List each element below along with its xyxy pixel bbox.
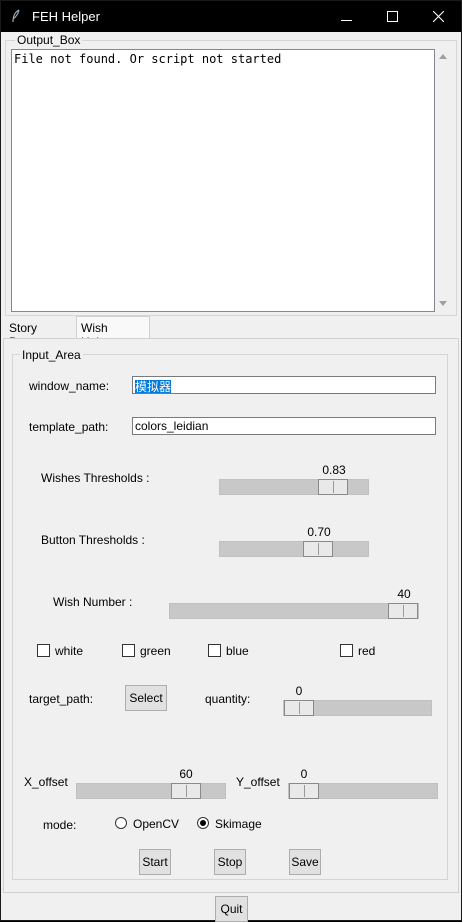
opencv-radio[interactable] (115, 817, 127, 829)
button-thresholds-label: Button Thresholds : (41, 533, 145, 547)
x-offset-value: 60 (179, 767, 193, 781)
wishes-thresholds-value: 0.83 (322, 463, 346, 477)
template-path-input[interactable]: colors_leidian (132, 417, 436, 435)
scroll-down-icon[interactable] (439, 301, 447, 306)
title-bar[interactable]: FEH Helper (1, 1, 461, 32)
output-text-area[interactable]: File not found. Or script not started (11, 49, 435, 312)
window-name-input[interactable]: 模拟器 (132, 376, 436, 394)
input-area-label: Input_Area (20, 348, 83, 362)
quantity-value: 0 (295, 684, 303, 698)
radio-selected-dot (200, 820, 206, 826)
skimage-radio-label: Skimage (215, 817, 262, 831)
slider-thumb[interactable] (303, 541, 333, 557)
blue-checkbox[interactable] (208, 644, 221, 657)
save-button[interactable]: Save (289, 849, 321, 875)
skimage-radio[interactable] (197, 817, 209, 829)
tab-wish-helper[interactable]: Wish Helper (76, 316, 150, 349)
select-button[interactable]: Select (125, 685, 167, 711)
x-offset-label: X_offset (24, 775, 68, 789)
maximize-icon (386, 9, 398, 25)
button-thresholds-slider[interactable] (219, 541, 369, 557)
slider-thumb[interactable] (284, 700, 314, 716)
y-offset-slider[interactable] (288, 783, 438, 799)
app-window: FEH Helper Output_Box File not found. Or… (0, 0, 462, 922)
window-title: FEH Helper (32, 9, 100, 24)
white-checkbox-label: white (55, 644, 84, 658)
quit-button[interactable]: Quit (215, 896, 248, 922)
close-icon (432, 9, 444, 25)
slider-thumb[interactable] (289, 783, 319, 799)
mode-label: mode: (43, 818, 77, 832)
blue-checkbox-label: blue (226, 644, 249, 658)
feather-icon (11, 9, 23, 23)
white-checkbox[interactable] (37, 644, 50, 657)
target-path-label: target_path: (29, 692, 94, 706)
slider-thumb[interactable] (388, 603, 418, 619)
wish-number-value: 40 (397, 587, 411, 601)
minimize-icon (340, 9, 352, 25)
scroll-up-icon[interactable] (439, 54, 447, 59)
output-box-label: Output_Box (15, 33, 83, 47)
close-button[interactable] (415, 1, 461, 32)
wish-number-label: Wish Number : (53, 595, 133, 609)
window-name-label: window_name: (29, 379, 110, 393)
quantity-slider[interactable] (283, 700, 432, 716)
tab-story-passer[interactable]: Story Passer (5, 317, 77, 349)
green-checkbox-label: green (140, 644, 171, 658)
button-thresholds-value: 0.70 (307, 525, 331, 539)
template-path-label: template_path: (29, 420, 109, 434)
green-checkbox[interactable] (122, 644, 135, 657)
window-name-value: 模拟器 (135, 380, 172, 394)
y-offset-label: Y_offset (236, 775, 280, 789)
minimize-button[interactable] (323, 1, 369, 32)
opencv-radio-label: OpenCV (133, 817, 180, 831)
output-scrollbar[interactable] (436, 49, 451, 312)
stop-button[interactable]: Stop (214, 849, 246, 875)
slider-thumb[interactable] (171, 783, 201, 799)
maximize-button[interactable] (369, 1, 415, 32)
quantity-label: quantity: (205, 692, 251, 706)
red-checkbox[interactable] (340, 644, 353, 657)
wishes-thresholds-label: Wishes Thresholds : (41, 471, 150, 485)
wishes-thresholds-slider[interactable] (219, 479, 369, 495)
x-offset-slider[interactable] (76, 783, 226, 799)
wish-number-slider[interactable] (169, 603, 419, 619)
y-offset-value: 0 (300, 767, 308, 781)
red-checkbox-label: red (358, 644, 376, 658)
slider-thumb[interactable] (318, 479, 348, 495)
start-button[interactable]: Start (139, 849, 171, 875)
